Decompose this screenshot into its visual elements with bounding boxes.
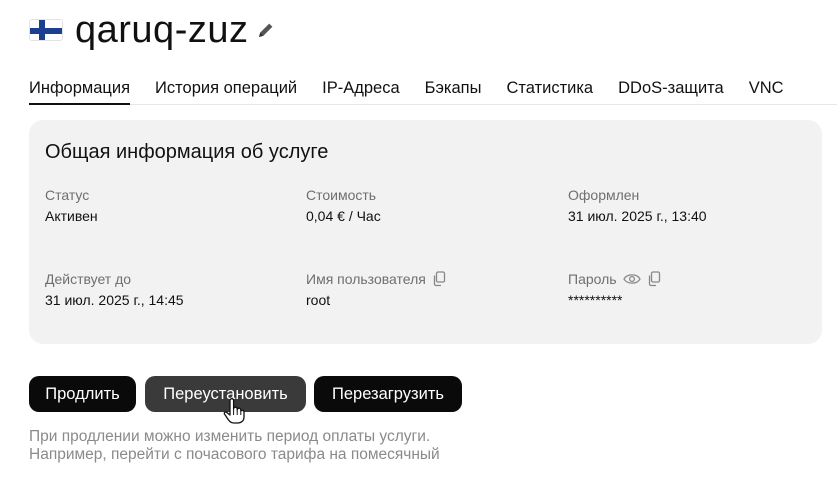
tab-ddos-protection[interactable]: DDoS-защита <box>618 78 724 105</box>
tab-vnc[interactable]: VNC <box>749 78 784 105</box>
reinstall-button[interactable]: Переустановить <box>145 376 306 412</box>
tab-info[interactable]: Информация <box>29 78 131 105</box>
cost-value: 0,04 € / Час <box>306 208 381 224</box>
hint-line-2: Например, перейти с почасового тарифа на… <box>29 446 440 463</box>
cost-field: Стоимость 0,04 € / Час <box>306 186 381 224</box>
renew-button[interactable]: Продлить <box>29 376 136 412</box>
username-label: Имя пользователя <box>306 271 426 287</box>
service-info-card: Общая информация об услуге Статус Активе… <box>29 120 822 344</box>
tab-ip-addresses[interactable]: IP-Адреса <box>322 78 400 105</box>
reboot-button[interactable]: Перезагрузить <box>314 376 462 412</box>
renewal-hint: При продлении можно изменить период опла… <box>29 428 440 464</box>
issued-field: Оформлен 31 июл. 2025 г., 13:40 <box>568 186 707 224</box>
username-value: root <box>306 292 331 308</box>
copy-icon[interactable] <box>647 271 661 287</box>
finland-flag-icon <box>29 19 63 41</box>
hint-line-1: При продлении можно изменить период опла… <box>29 428 431 445</box>
valid-until-value: 31 июл. 2025 г., 14:45 <box>45 292 184 308</box>
valid-until-field: Действует до 31 июл. 2025 г., 14:45 <box>45 270 184 308</box>
status-field: Статус Активен <box>45 186 98 224</box>
cost-label: Стоимость <box>306 187 377 203</box>
tab-operations-history[interactable]: История операций <box>155 78 297 105</box>
tab-statistics[interactable]: Статистика <box>506 78 593 105</box>
valid-until-label: Действует до <box>45 271 132 287</box>
password-label: Пароль <box>568 271 617 287</box>
status-value: Активен <box>45 208 98 224</box>
password-field: Пароль ********** <box>568 270 661 308</box>
eye-icon[interactable] <box>622 272 641 286</box>
service-header: qaruq-zuz <box>29 8 276 52</box>
issued-label: Оформлен <box>568 187 640 203</box>
card-title: Общая информация об услуге <box>45 141 329 163</box>
tab-backups[interactable]: Бэкапы <box>425 78 482 105</box>
pencil-icon[interactable] <box>256 20 276 40</box>
password-value: ********** <box>568 292 623 308</box>
status-label: Статус <box>45 187 90 203</box>
copy-icon[interactable] <box>432 271 446 287</box>
service-tabs: Информация История операций IP-Адреса Бэ… <box>29 78 837 105</box>
service-name: qaruq-zuz <box>75 9 249 51</box>
username-field: Имя пользователя root <box>306 270 446 308</box>
issued-value: 31 июл. 2025 г., 13:40 <box>568 208 707 224</box>
